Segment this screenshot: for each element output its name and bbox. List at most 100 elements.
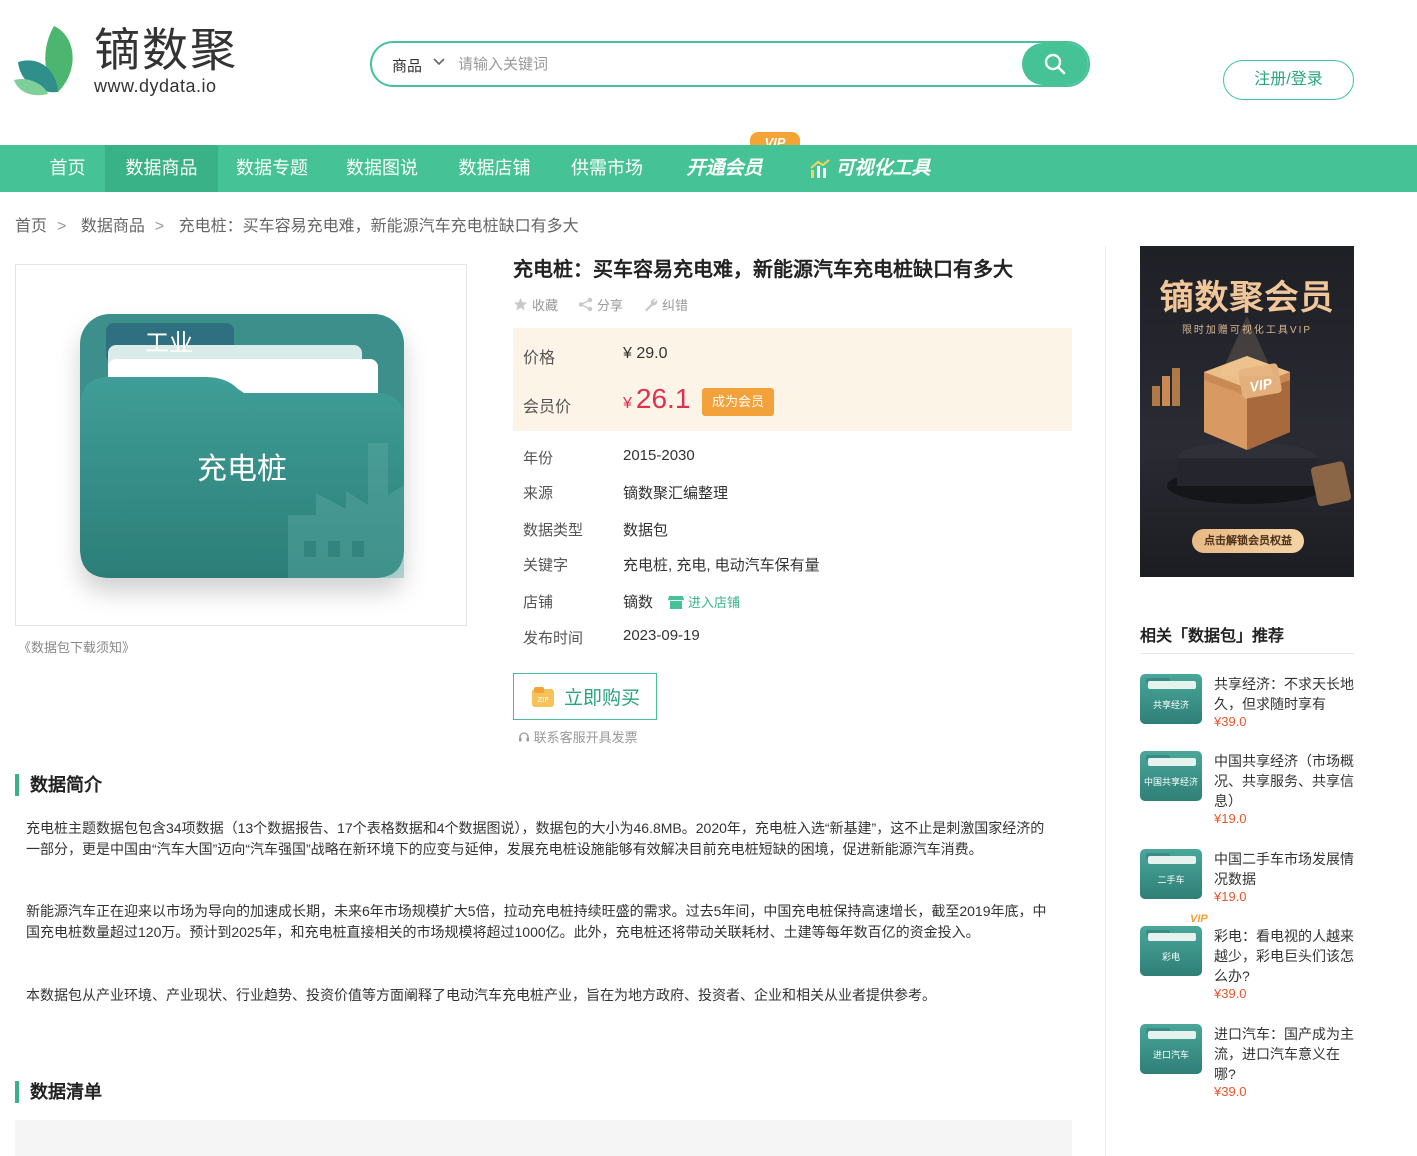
recommend-item-title[interactable]: 中国二手车市场发展情况数据 bbox=[1214, 849, 1354, 889]
recommend-thumbnail[interactable]: 进口汽车 bbox=[1140, 1024, 1202, 1074]
recommend-item-title[interactable]: 彩电：看电视的人越来越少，彩电巨头们该怎么办? bbox=[1214, 926, 1354, 986]
share-label: 分享 bbox=[597, 298, 624, 313]
gift-box-illustration: VIP bbox=[1152, 316, 1352, 507]
column-divider bbox=[1105, 246, 1106, 1156]
breadcrumb-separator: > bbox=[154, 218, 165, 235]
recommend-thumbnail[interactable]: 彩电 bbox=[1140, 926, 1202, 976]
star-icon bbox=[514, 298, 527, 311]
enter-store-label: 进入店铺 bbox=[688, 595, 741, 610]
nav-data-products[interactable]: 数据商品 bbox=[105, 145, 218, 192]
nav-home[interactable]: 首页 bbox=[30, 145, 105, 192]
wrench-icon bbox=[645, 298, 658, 312]
folder-illustration: 工业 充电桩 bbox=[80, 314, 404, 578]
invoice-label: 联系客服开具发票 bbox=[533, 730, 638, 745]
breadcrumb-current: 充电桩：买车容易充电难，新能源汽车充电桩缺口有多大 bbox=[178, 218, 579, 235]
breadcrumb-separator: > bbox=[57, 218, 67, 235]
recommend-item-title[interactable]: 共享经济：不求天长地久，但求随时享有 bbox=[1214, 674, 1354, 714]
attr-value-source: 镝数聚汇编整理 bbox=[623, 485, 729, 502]
brand-url: www.dydata.io bbox=[94, 76, 217, 96]
download-notice-link[interactable]: 《数据包下载须知》 bbox=[18, 637, 135, 656]
recommend-item-price: ¥39.0 bbox=[1214, 714, 1247, 729]
attr-value-type: 数据包 bbox=[623, 522, 669, 539]
buy-now-button[interactable]: ZIP 立即购买 bbox=[513, 673, 657, 720]
recommend-thumbnail[interactable]: 二手车 bbox=[1140, 849, 1202, 899]
cover-main-label: 充电桩 bbox=[197, 452, 287, 487]
attr-value-date: 2023-09-19 bbox=[623, 627, 700, 644]
zip-file-icon: ZIP bbox=[531, 686, 554, 707]
store-icon bbox=[668, 595, 684, 609]
nav-data-charts[interactable]: 数据图说 bbox=[326, 145, 438, 192]
recommend-thumbnail[interactable]: 中国共享经济 bbox=[1140, 751, 1202, 801]
attr-value-year: 2015-2030 bbox=[623, 447, 695, 464]
intro-paragraph-2: 新能源汽车正在迎来以市场为导向的加速成长期，未来6年市场规模扩大5倍，拉动充电桩… bbox=[26, 903, 1047, 940]
share-button[interactable]: 分享 bbox=[578, 295, 623, 314]
unlock-membership-button[interactable]: 点击解锁会员权益 bbox=[1192, 529, 1304, 553]
product-actions: 收藏 分享 纠错 bbox=[513, 295, 688, 314]
recommend-item-title[interactable]: 中国共享经济（市场概况、共享服务、共享信息） bbox=[1214, 751, 1354, 811]
attr-label-keywords: 关键字 bbox=[523, 557, 569, 574]
report-error-button[interactable]: 纠错 bbox=[643, 295, 688, 314]
recommend-thumbnail-label: 共享经济 bbox=[1152, 700, 1189, 710]
recommend-section-title: 相关「数据包」推荐 bbox=[1140, 628, 1285, 645]
chevron-down-icon[interactable] bbox=[432, 54, 446, 71]
recommend-thumbnail-label: 二手车 bbox=[1157, 875, 1185, 885]
price-value: ¥ 29.0 bbox=[623, 345, 668, 362]
attr-value-store[interactable]: 镝数 bbox=[623, 591, 653, 612]
search-button[interactable] bbox=[1022, 43, 1088, 85]
member-price-value: 26.1 bbox=[635, 383, 691, 414]
recommend-thumbnail[interactable]: 共享经济 bbox=[1140, 674, 1202, 724]
recommend-divider bbox=[1140, 653, 1354, 654]
search-input[interactable] bbox=[458, 51, 998, 77]
enter-store-link[interactable]: 进入店铺 bbox=[668, 592, 740, 611]
report-error-label: 纠错 bbox=[662, 298, 689, 313]
become-member-button[interactable]: 成为会员 bbox=[702, 388, 774, 416]
attr-label-store: 店铺 bbox=[523, 594, 554, 611]
bar-chart-icon bbox=[810, 158, 831, 178]
brand-name: 镝数聚 bbox=[94, 23, 238, 77]
search-icon bbox=[1044, 53, 1066, 75]
headset-icon bbox=[519, 732, 529, 742]
recommend-vip-badge: VIP bbox=[1190, 913, 1208, 925]
breadcrumb-home[interactable]: 首页 bbox=[15, 218, 47, 235]
attr-label-year: 年份 bbox=[523, 450, 554, 467]
recommend-item-price: ¥19.0 bbox=[1214, 811, 1247, 826]
attr-label-type: 数据类型 bbox=[523, 522, 584, 539]
search-category-select[interactable]: 商品 bbox=[392, 55, 422, 76]
invoice-link[interactable]: 联系客服开具发票 bbox=[518, 727, 638, 746]
product-title: 充电桩：买车容易充电难，新能源汽车充电桩缺口有多大 bbox=[513, 259, 1013, 281]
data-list-section-title: 数据清单 bbox=[15, 1081, 102, 1103]
favorite-button[interactable]: 收藏 bbox=[513, 295, 558, 314]
leaf-logo-icon bbox=[14, 26, 73, 96]
recommend-item-price: ¥19.0 bbox=[1214, 889, 1247, 904]
recommend-item-price: ¥39.0 bbox=[1214, 1084, 1247, 1099]
nav-data-stores[interactable]: 数据店铺 bbox=[438, 145, 551, 192]
attr-label-source: 来源 bbox=[523, 485, 554, 502]
register-login-button[interactable]: 注册/登录 bbox=[1223, 60, 1354, 100]
nav-viz-tool[interactable]: 可视化工具 bbox=[800, 145, 940, 192]
recommend-thumbnail-label: 中国共享经济 bbox=[1143, 777, 1198, 787]
breadcrumb-data-products[interactable]: 数据商品 bbox=[81, 218, 145, 235]
buy-now-label: 立即购买 bbox=[563, 688, 640, 709]
intro-paragraph-1: 充电桩主题数据包包含34项数据（13个数据报告、17个表格数据和4个数据图说），… bbox=[26, 820, 1045, 857]
recommend-item-price: ¥39.0 bbox=[1214, 986, 1247, 1001]
nav-open-vip[interactable]: 开通会员 bbox=[672, 145, 777, 192]
recommend-item-title[interactable]: 进口汽车：国产成为主流，进口汽车意义在哪? bbox=[1214, 1024, 1354, 1084]
nav-data-topics[interactable]: 数据专题 bbox=[218, 145, 326, 192]
intro-section-title: 数据简介 bbox=[15, 774, 102, 796]
member-price-currency: ¥ bbox=[623, 395, 632, 412]
product-cover: 工业 充电桩 bbox=[15, 264, 467, 626]
nav-viz-label: 可视化工具 bbox=[835, 158, 931, 179]
share-icon bbox=[578, 297, 593, 312]
membership-ad-banner[interactable]: 镝数聚会员 限时加赠可视化工具VIP VIP 点击解锁会员权益 bbox=[1140, 246, 1354, 577]
svg-text:ZIP: ZIP bbox=[537, 696, 548, 704]
attr-value-keywords: 充电桩, 充电, 电动汽车保有量 bbox=[623, 557, 820, 574]
data-list-table bbox=[15, 1120, 1072, 1156]
site-logo[interactable]: 镝数聚 www.dydata.io bbox=[14, 22, 244, 98]
favorite-label: 收藏 bbox=[532, 298, 559, 313]
recommend-thumbnail-label: 进口汽车 bbox=[1152, 1050, 1189, 1060]
price-label: 价格 bbox=[523, 350, 556, 367]
search-bar: 商品 bbox=[370, 41, 1090, 87]
intro-paragraph-3: 本数据包从产业环境、产业现状、行业趋势、投资价值等方面阐释了电动汽车充电桩产业，… bbox=[26, 987, 936, 1003]
breadcrumb: 首页 > 数据商品 > 充电桩：买车容易充电难，新能源汽车充电桩缺口有多大 bbox=[15, 212, 589, 236]
nav-supply-demand[interactable]: 供需市场 bbox=[551, 145, 663, 192]
